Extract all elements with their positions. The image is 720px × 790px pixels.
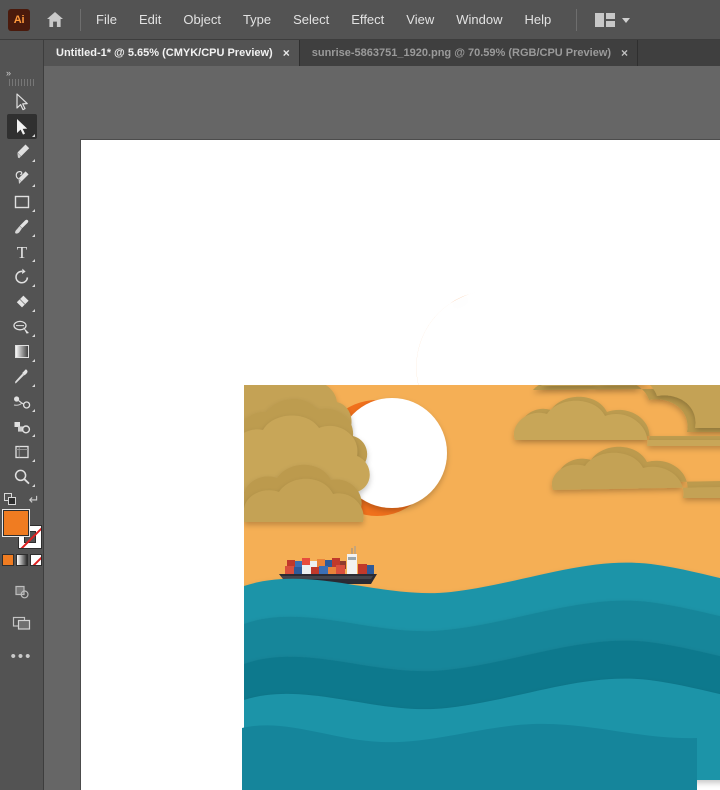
artboard-tool[interactable] — [7, 439, 37, 464]
arrange-documents-icon — [595, 12, 616, 27]
tool-flyout-indicator — [31, 134, 35, 137]
tool-flyout-indicator — [31, 334, 35, 337]
tool-flyout-indicator — [31, 309, 35, 312]
menu-item-help[interactable]: Help — [513, 8, 562, 31]
gradient-tool[interactable] — [7, 339, 37, 364]
fill-swatch[interactable] — [1, 509, 30, 537]
menu-item-view[interactable]: View — [395, 8, 445, 31]
tab-bar-gutter — [0, 40, 44, 66]
detached-wave-shape — [242, 723, 697, 790]
menu-item-list: File Edit Object Type Select Effect View… — [85, 8, 562, 31]
tab-close-icon[interactable]: × — [283, 47, 290, 59]
menu-item-edit[interactable]: Edit — [128, 8, 172, 31]
rotate-tool[interactable] — [7, 264, 37, 289]
type-tool[interactable]: T — [7, 239, 37, 264]
eyedropper-tool[interactable] — [7, 364, 37, 389]
drawing-modes-icon[interactable] — [7, 579, 37, 604]
menu-item-file[interactable]: File — [85, 8, 128, 31]
eraser-tool[interactable] — [7, 289, 37, 314]
fill-stroke-swatches — [1, 509, 42, 549]
tool-flyout-indicator — [31, 259, 35, 262]
toolbar-drag-handle[interactable] — [8, 79, 35, 86]
tab-title: Untitled-1* @ 5.65% (CMYK/CPU Preview) — [56, 47, 273, 59]
color-mode-icon[interactable] — [1, 553, 14, 566]
tool-flyout-indicator — [31, 184, 35, 187]
tool-flyout-indicator — [31, 434, 35, 437]
menu-item-object[interactable]: Object — [172, 8, 232, 31]
selection-tool[interactable] — [7, 89, 37, 114]
tool-flyout-indicator — [31, 234, 35, 237]
menu-bar: Ai File Edit Object Type Select Effect V… — [0, 0, 720, 40]
gradient-mode-icon[interactable] — [15, 553, 28, 566]
swap-fill-stroke-icon[interactable]: ↵ — [29, 493, 40, 506]
document-tab-bar: Untitled-1* @ 5.65% (CMYK/CPU Preview) ×… — [0, 40, 720, 66]
menu-divider — [80, 8, 81, 31]
width-tool[interactable] — [7, 314, 37, 339]
toolbar-overflow-icon[interactable]: ••• — [11, 649, 33, 664]
tab-close-icon[interactable]: × — [621, 47, 628, 59]
menu-divider-right — [576, 8, 578, 31]
tool-flyout-indicator — [31, 359, 35, 362]
paintbrush-tool[interactable] — [7, 214, 37, 239]
shape-builder-tool[interactable] — [7, 414, 37, 439]
ai-app-icon[interactable]: Ai — [8, 8, 30, 31]
chevron-down-icon — [622, 18, 631, 23]
menu-item-effect[interactable]: Effect — [340, 8, 395, 31]
tab-sunrise-png[interactable]: sunrise-5863751_1920.png @ 70.59% (RGB/C… — [299, 40, 639, 66]
default-fill-stroke-icon[interactable] — [3, 492, 18, 507]
tool-flyout-indicator — [31, 284, 35, 287]
menu-item-window[interactable]: Window — [445, 8, 513, 31]
tools-panel: » T ↵ ••• — [0, 66, 44, 790]
pen-tool[interactable] — [7, 139, 37, 164]
zoom-tool[interactable] — [7, 464, 37, 489]
none-mode-icon[interactable] — [29, 553, 42, 566]
toolbar-expand-icon[interactable]: » — [0, 66, 43, 79]
tool-flyout-indicator — [31, 484, 35, 487]
tab-untitled-1[interactable]: Untitled-1* @ 5.65% (CMYK/CPU Preview) × — [44, 40, 300, 66]
tab-title: sunrise-5863751_1920.png @ 70.59% (RGB/C… — [311, 47, 612, 59]
home-icon[interactable] — [44, 9, 66, 31]
direct-selection-tool[interactable] — [6, 114, 37, 139]
document-canvas[interactable] — [44, 66, 720, 790]
tool-flyout-indicator — [31, 384, 35, 387]
color-mode-row — [1, 553, 42, 566]
illustrator-window: Ai File Edit Object Type Select Effect V… — [0, 0, 720, 790]
menu-item-select[interactable]: Select — [282, 8, 340, 31]
curvature-tool[interactable] — [7, 164, 37, 189]
arrange-documents-control[interactable] — [595, 12, 631, 27]
artboard[interactable] — [81, 140, 720, 790]
blend-tool[interactable] — [7, 389, 37, 414]
tool-flyout-indicator — [31, 459, 35, 462]
menu-item-type[interactable]: Type — [232, 8, 282, 31]
screen-mode-icon[interactable] — [7, 610, 37, 635]
fill-stroke-controls-row: ↵ — [3, 491, 40, 508]
sunrise-seascape-artwork — [242, 292, 720, 790]
svg-text:T: T — [16, 243, 27, 261]
tool-flyout-indicator — [31, 209, 35, 212]
tool-flyout-indicator — [31, 159, 35, 162]
tool-flyout-indicator — [31, 409, 35, 412]
rectangle-tool[interactable] — [7, 189, 37, 214]
